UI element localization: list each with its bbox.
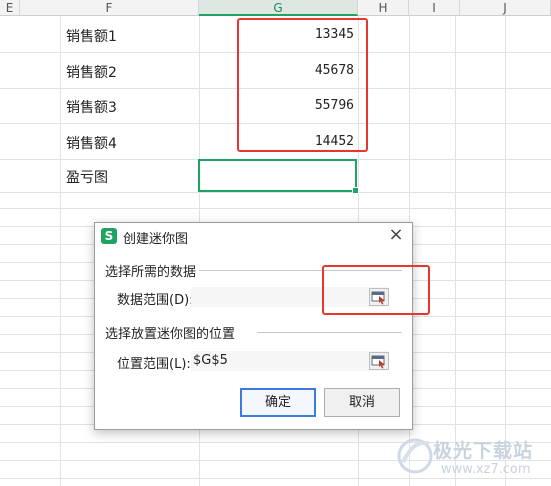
watermark-logo: 极光下载站 www.xz7.com — [395, 428, 545, 484]
close-icon[interactable]: × — [388, 226, 404, 244]
highlight-box-values — [237, 18, 368, 152]
cell-f5-label[interactable]: 盈亏图 — [66, 167, 108, 187]
location-range-label: 位置范围(L): — [117, 357, 191, 372]
wps-sheet-icon: S — [101, 228, 117, 244]
data-range-label: 数据范围(D): — [117, 293, 194, 308]
column-header-g[interactable]: G — [199, 0, 358, 16]
dialog-title-bar[interactable]: S 创建迷你图 × — [95, 223, 412, 249]
section-location-label: 选择放置迷你图的位置 — [105, 327, 236, 342]
range-select-icon — [371, 355, 385, 369]
grid-line — [505, 16, 506, 486]
highlight-box-picker — [322, 265, 430, 315]
column-header-i[interactable]: I — [409, 0, 460, 16]
logo-icon — [397, 438, 433, 474]
cell-f3-label[interactable]: 销售额3 — [66, 97, 117, 117]
column-header-h[interactable]: H — [358, 0, 409, 16]
grid-line — [0, 208, 551, 209]
watermark-title: 极光下载站 — [433, 440, 534, 462]
watermark-url: www.xz7.com — [441, 462, 531, 477]
dialog-title: 创建迷你图 — [123, 232, 189, 247]
fill-handle[interactable] — [352, 187, 359, 194]
create-sparkline-dialog: S 创建迷你图 × 选择所需的数据 数据范围(D): 选择放置迷你图的位置 位置… — [94, 222, 413, 430]
location-range-picker-button[interactable] — [369, 352, 389, 370]
cell-f1-label[interactable]: 销售额1 — [66, 26, 117, 46]
grid-line — [0, 192, 551, 193]
section-divider — [257, 332, 402, 333]
column-header-j[interactable]: J — [460, 0, 551, 16]
location-range-input[interactable]: $G$5 — [191, 351, 387, 371]
cell-f2-label[interactable]: 销售额2 — [66, 62, 117, 82]
column-header-f[interactable]: F — [20, 0, 199, 16]
ok-button[interactable]: 确定 — [240, 388, 316, 417]
column-header-e[interactable]: E — [0, 0, 20, 16]
cancel-button[interactable]: 取消 — [324, 388, 400, 417]
grid-line — [60, 16, 61, 486]
grid-line — [455, 16, 456, 486]
cell-f4-label[interactable]: 销售额4 — [66, 133, 117, 153]
active-cell-g5[interactable] — [198, 159, 359, 194]
section-data-label: 选择所需的数据 — [105, 265, 197, 280]
